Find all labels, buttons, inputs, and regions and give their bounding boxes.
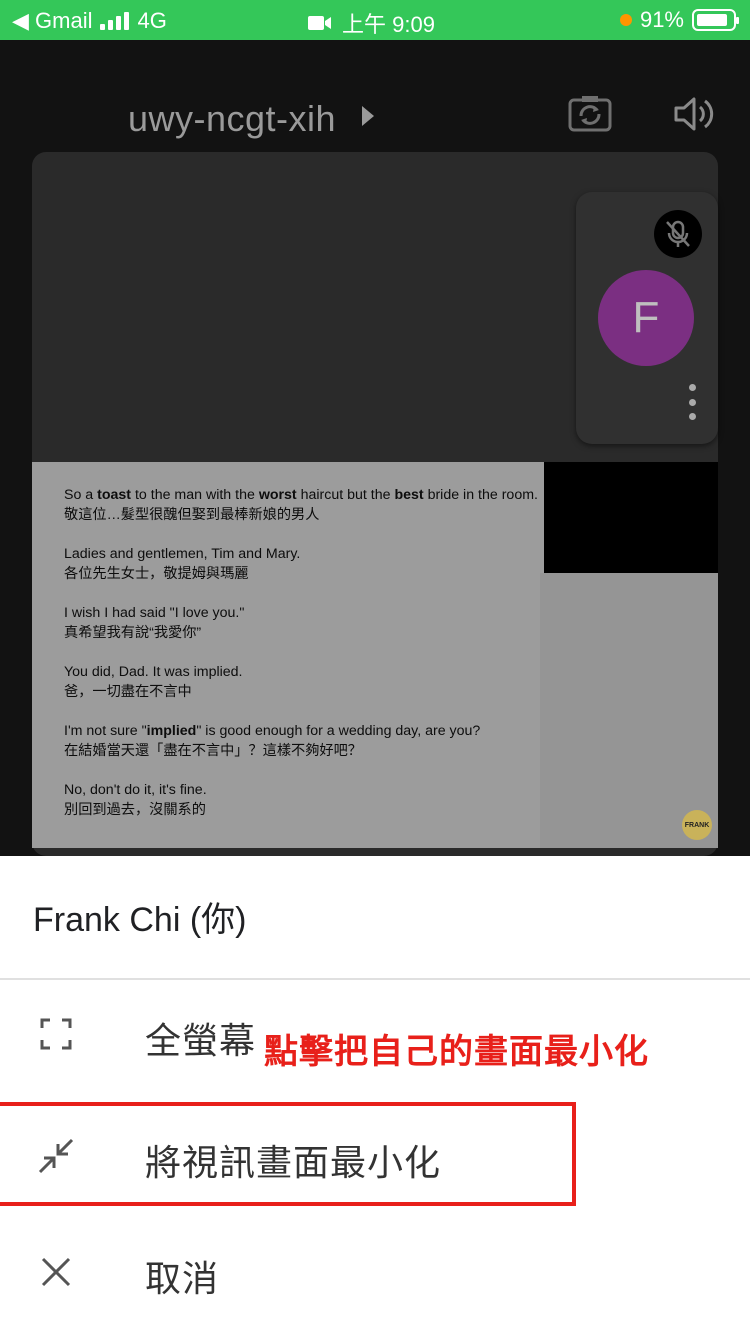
battery-icon	[692, 9, 739, 31]
subtitle-en: Ladies and gentlemen, Tim and Mary.	[64, 546, 301, 562]
back-to-app-link[interactable]: ◀ Gmail	[12, 8, 92, 34]
cancel-label: 取消	[145, 1258, 220, 1299]
subtitle-en: I wish I had said "I love you."	[64, 605, 245, 621]
subtitle-zh: 各位先生女士，敬提姆與瑪麗	[64, 565, 249, 582]
subtitle-en: So a toast to the man with the worst hai…	[64, 487, 538, 503]
status-right: 91%	[619, 7, 739, 33]
subtitle-list: So a toast to the man with the worst hai…	[64, 486, 544, 840]
channel-logo: FRANK	[682, 810, 712, 840]
fullscreen-label: 全螢幕	[145, 1020, 257, 1061]
self-video-tile[interactable]: F	[576, 192, 718, 444]
meeting-view: uwy-ncgt-xih F So a toast to the man wit…	[0, 40, 750, 856]
avatar: F	[598, 270, 694, 366]
subtitle-zh: 真希望我有說“我愛你”	[64, 624, 202, 641]
sheet-title: Frank Chi (你)	[33, 901, 247, 939]
video-camera-icon	[308, 16, 331, 30]
cancel-button[interactable]: 取消	[0, 1222, 750, 1322]
more-options-icon[interactable]	[688, 384, 696, 420]
status-time: 上午 9:09	[342, 12, 435, 37]
meeting-code[interactable]: uwy-ncgt-xih	[128, 98, 336, 140]
shared-screen: So a toast to the man with the worst hai…	[32, 462, 718, 848]
privacy-dot-icon	[619, 14, 632, 26]
switch-camera-icon[interactable]	[568, 94, 612, 134]
chevron-right-icon[interactable]	[362, 106, 374, 126]
subtitle-pair: I wish I had said "I love you." 真希望我有說“我…	[64, 604, 544, 643]
status-bar: ◀ Gmail 4G 上午 9:09 91%	[0, 0, 750, 40]
subtitle-en: You did, Dad. It was implied.	[64, 664, 243, 680]
close-icon	[41, 1257, 71, 1287]
status-center: 上午 9:09	[308, 7, 435, 39]
subtitle-pair: I'm not sure "implied" is good enough fo…	[64, 722, 544, 761]
subtitle-en: No, don't do it, it's fine.	[64, 782, 207, 798]
subtitle-zh: 敬這位…髮型很醜但娶到最棒新娘的男人	[64, 506, 320, 523]
fullscreen-icon	[40, 1018, 72, 1050]
subtitle-zh: 在結婚當天還「盡在不言中」？這樣不夠好吧？	[64, 742, 362, 759]
subtitle-pair: You did, Dad. It was implied. 爸，一切盡在不言中	[64, 663, 544, 702]
network-type: 4G	[137, 8, 167, 33]
subtitle-pair: Ladies and gentlemen, Tim and Mary. 各位先生…	[64, 545, 544, 584]
subtitle-en: I'm not sure "implied" is good enough fo…	[64, 723, 481, 739]
shared-side-panel	[540, 573, 718, 848]
mic-off-icon	[654, 210, 702, 258]
action-sheet: Frank Chi (你) 全螢幕 點擊把自己的畫面最小化 將視訊畫面最小化 取…	[0, 856, 750, 1334]
speaker-icon[interactable]	[672, 92, 716, 136]
subtitle-pair: So a toast to the man with the worst hai…	[64, 486, 544, 525]
battery-percent: 91%	[639, 7, 684, 32]
cellular-signal-icon	[100, 12, 130, 30]
shared-video-region	[544, 462, 718, 573]
subtitle-zh: 爸，一切盡在不言中	[64, 683, 192, 700]
subtitle-zh: 別回到過去，沒關系的	[64, 801, 206, 818]
status-left: ◀ Gmail 4G	[12, 8, 167, 34]
annotation-highlight-box	[0, 1102, 576, 1206]
subtitle-pair: No, don't do it, it's fine. 別回到過去，沒關系的	[64, 781, 544, 820]
tutorial-annotation: 點擊把自己的畫面最小化	[264, 1033, 649, 1071]
divider	[0, 978, 750, 980]
